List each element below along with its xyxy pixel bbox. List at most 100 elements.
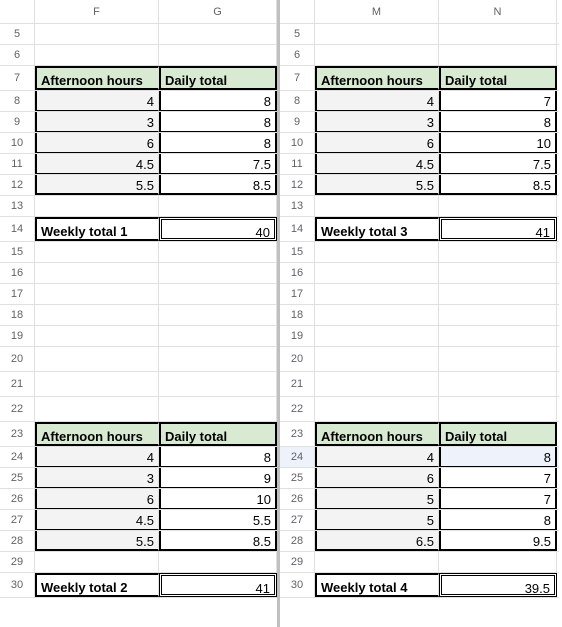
cell[interactable]: 6 xyxy=(315,133,439,153)
header-daily[interactable]: Daily total xyxy=(159,66,277,90)
cell[interactable] xyxy=(159,397,277,421)
row-header[interactable]: 11 xyxy=(280,154,315,174)
cell[interactable]: 7.5 xyxy=(439,154,557,174)
row-header[interactable]: 15 xyxy=(0,242,35,262)
cell[interactable]: 4 xyxy=(315,91,439,111)
cell[interactable] xyxy=(439,284,557,304)
row-header[interactable]: 14 xyxy=(0,217,35,241)
cell[interactable] xyxy=(439,372,557,396)
weekly-total-value[interactable]: 41 xyxy=(159,573,277,597)
row-header[interactable]: 11 xyxy=(0,154,35,174)
cell[interactable] xyxy=(315,397,439,421)
cell[interactable] xyxy=(315,552,439,572)
cell[interactable] xyxy=(315,347,439,371)
cell[interactable]: 4 xyxy=(35,447,159,467)
row-header[interactable]: 14 xyxy=(280,217,315,241)
cell[interactable] xyxy=(35,552,159,572)
cell[interactable]: 8 xyxy=(159,91,277,111)
row-header[interactable]: 24 xyxy=(280,447,315,467)
cell[interactable]: 6 xyxy=(35,489,159,509)
cell[interactable]: 4 xyxy=(35,91,159,111)
cell[interactable]: 4 xyxy=(315,447,439,467)
row-header[interactable]: 26 xyxy=(280,489,315,509)
row-header[interactable]: 7 xyxy=(0,66,35,90)
cell[interactable] xyxy=(35,196,159,216)
row-header[interactable]: 21 xyxy=(280,372,315,396)
cell[interactable] xyxy=(439,242,557,262)
cell[interactable] xyxy=(159,263,277,283)
cell[interactable]: 3 xyxy=(315,112,439,132)
cell[interactable]: 7 xyxy=(439,489,557,509)
cell[interactable] xyxy=(159,305,277,325)
cell[interactable] xyxy=(159,347,277,371)
header-daily[interactable]: Daily total xyxy=(439,422,557,446)
row-header[interactable]: 24 xyxy=(0,447,35,467)
row-header[interactable]: 12 xyxy=(0,175,35,195)
row-header[interactable]: 26 xyxy=(0,489,35,509)
row-header[interactable]: 9 xyxy=(280,112,315,132)
row-header[interactable]: 6 xyxy=(280,45,315,65)
cell[interactable] xyxy=(159,45,277,65)
cell[interactable] xyxy=(159,372,277,396)
row-header[interactable]: 30 xyxy=(0,573,35,597)
cell[interactable] xyxy=(35,263,159,283)
row-header[interactable]: 10 xyxy=(0,133,35,153)
row-header[interactable]: 22 xyxy=(280,397,315,421)
grid-left[interactable]: 5 6 7Afternoon hoursDaily total 848 938 … xyxy=(0,24,277,598)
cell[interactable]: 8 xyxy=(439,112,557,132)
cell[interactable]: 3 xyxy=(35,468,159,488)
cell[interactable] xyxy=(315,326,439,346)
cell[interactable]: 7.5 xyxy=(159,154,277,174)
cell[interactable]: 5.5 xyxy=(315,175,439,195)
cell[interactable] xyxy=(315,45,439,65)
header-afternoon[interactable]: Afternoon hours xyxy=(35,66,159,90)
cell[interactable] xyxy=(439,263,557,283)
cell[interactable]: 5.5 xyxy=(35,531,159,551)
cell[interactable] xyxy=(35,24,159,44)
cell[interactable] xyxy=(315,196,439,216)
row-header[interactable]: 17 xyxy=(280,284,315,304)
cell[interactable]: 4.5 xyxy=(315,154,439,174)
cell[interactable]: 9.5 xyxy=(439,531,557,551)
row-header[interactable]: 30 xyxy=(280,573,315,597)
cell[interactable] xyxy=(35,347,159,371)
row-header[interactable]: 13 xyxy=(0,196,35,216)
col-header-M[interactable]: M xyxy=(315,0,439,23)
row-header[interactable]: 5 xyxy=(0,24,35,44)
cell[interactable] xyxy=(159,326,277,346)
cell[interactable] xyxy=(439,24,557,44)
weekly-total-label[interactable]: Weekly total 2 xyxy=(35,573,159,597)
row-header[interactable]: 27 xyxy=(0,510,35,530)
cell[interactable] xyxy=(35,305,159,325)
cell[interactable] xyxy=(315,284,439,304)
cell[interactable]: 6 xyxy=(35,133,159,153)
cell[interactable] xyxy=(159,196,277,216)
cell[interactable] xyxy=(315,263,439,283)
row-header[interactable]: 28 xyxy=(0,531,35,551)
cell[interactable] xyxy=(439,305,557,325)
header-afternoon[interactable]: Afternoon hours xyxy=(315,422,439,446)
col-header-N[interactable]: N xyxy=(439,0,557,23)
row-header[interactable]: 7 xyxy=(280,66,315,90)
row-header[interactable]: 16 xyxy=(0,263,35,283)
cell[interactable] xyxy=(315,305,439,325)
cell[interactable] xyxy=(35,372,159,396)
row-header[interactable]: 28 xyxy=(280,531,315,551)
row-header[interactable]: 10 xyxy=(280,133,315,153)
row-header[interactable]: 16 xyxy=(280,263,315,283)
cell[interactable]: 5.5 xyxy=(159,510,277,530)
row-header[interactable]: 17 xyxy=(0,284,35,304)
cell[interactable]: 5.5 xyxy=(35,175,159,195)
cell[interactable]: 8 xyxy=(439,447,557,467)
cell[interactable] xyxy=(439,196,557,216)
cell[interactable]: 3 xyxy=(35,112,159,132)
cell[interactable] xyxy=(315,242,439,262)
cell[interactable]: 7 xyxy=(439,468,557,488)
row-header[interactable]: 25 xyxy=(0,468,35,488)
cell[interactable]: 6 xyxy=(315,468,439,488)
row-header[interactable]: 9 xyxy=(0,112,35,132)
cell[interactable]: 8 xyxy=(159,447,277,467)
cell[interactable]: 6.5 xyxy=(315,531,439,551)
weekly-total-label[interactable]: Weekly total 3 xyxy=(315,217,439,241)
cell[interactable]: 4.5 xyxy=(35,154,159,174)
